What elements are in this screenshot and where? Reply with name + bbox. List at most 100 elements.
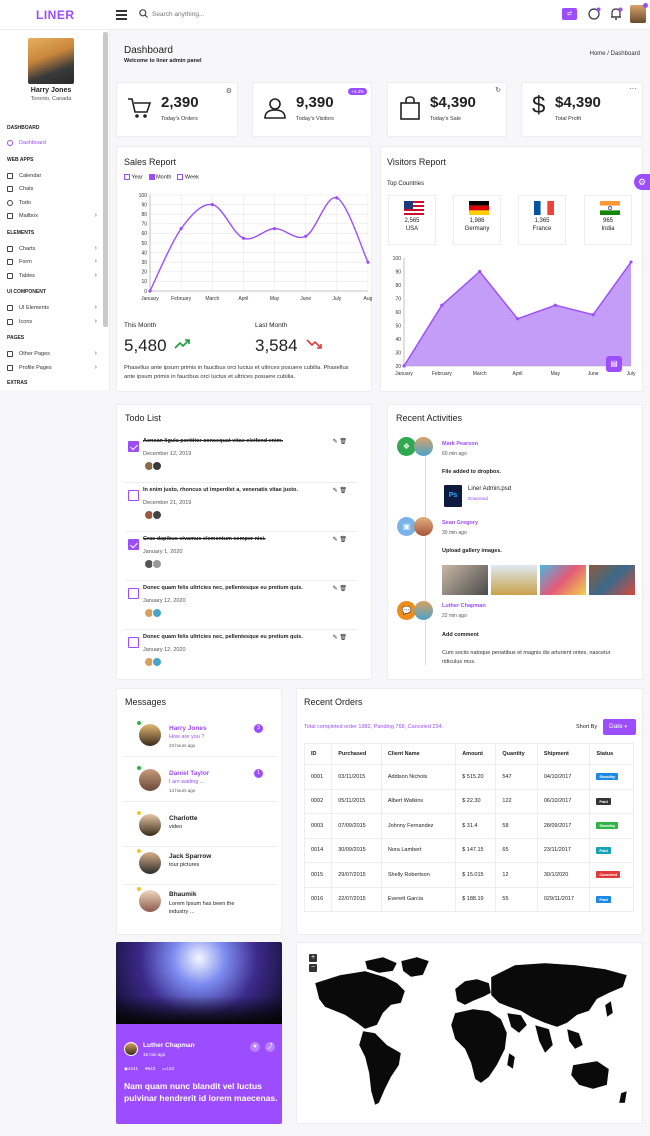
todo-item[interactable]: Aenean ligula porttitor consequat vitae … xyxy=(125,435,357,483)
todo-checkbox[interactable] xyxy=(128,637,139,648)
brand-logo[interactable]: LINER xyxy=(36,8,75,22)
feed-quote: Nam quam nunc blandit vel luctus pulvina… xyxy=(124,1081,278,1103)
delete-icon[interactable]: 🗑 xyxy=(339,488,347,494)
status-cell: Standby xyxy=(589,813,634,839)
country-name: Germany xyxy=(464,226,490,232)
stat-label: Total Profit xyxy=(555,116,581,122)
activity-name[interactable]: Luther Chapman xyxy=(442,603,486,609)
customizer-gear-icon[interactable]: ⚙ xyxy=(634,174,650,190)
gallery-image[interactable] xyxy=(589,565,635,595)
todo-item[interactable]: Cras dapibus vivamus elementum semper ni… xyxy=(125,533,357,581)
sidebar-item-icons[interactable]: Icons › xyxy=(7,317,97,326)
settings-icon[interactable]: ⚙ xyxy=(226,87,232,95)
sidebar-item-form[interactable]: Form › xyxy=(7,257,97,266)
message-item[interactable]: Harry Jones How are you ? 23 hours ago 3 xyxy=(123,719,277,757)
edit-icon[interactable]: ✎ xyxy=(333,537,338,543)
sidebar: Harry Jones Toronto, Canada DASHBOARD Da… xyxy=(0,30,110,390)
sidebar-item-charts[interactable]: Charts › xyxy=(7,244,97,253)
gallery-image[interactable] xyxy=(491,565,537,595)
chart-icon xyxy=(7,245,13,252)
translate-button[interactable]: ⇄ xyxy=(562,8,577,20)
sidebar-item-dashboard[interactable]: Dashboard xyxy=(7,138,97,147)
table-cell: $ 31.4 xyxy=(455,813,497,839)
delete-icon[interactable]: 🗑 xyxy=(339,439,347,445)
table-row[interactable]: 0001 03/11/2015 Addison Nichols $ 515.20 547… xyxy=(303,764,634,790)
sidebar-scrollbar[interactable] xyxy=(103,32,108,327)
away-dot xyxy=(137,849,141,853)
sidebar-item-other-pages[interactable]: Other Pages › xyxy=(7,349,97,358)
message-item[interactable]: Daniel Taylor I am waiting ... 14 hours … xyxy=(123,764,277,802)
todo-item[interactable]: In enim justo, rhoncus ut imperdiet a, v… xyxy=(125,484,357,532)
sort-dropdown[interactable]: Date ▾ xyxy=(603,719,636,735)
column-header[interactable]: Client Name xyxy=(380,743,457,765)
chat-fab-icon[interactable]: ▤ xyxy=(606,356,622,372)
tab-week[interactable]: Week xyxy=(177,174,199,180)
heart-icon[interactable]: ♥ xyxy=(250,1042,260,1052)
more-icon[interactable]: ··· xyxy=(629,84,637,93)
file-download-link[interactable]: Download xyxy=(468,496,488,501)
tab-year[interactable]: Year xyxy=(124,174,143,180)
gallery-image[interactable] xyxy=(540,565,586,595)
message-item[interactable]: Charlotte video xyxy=(123,809,277,847)
world-map[interactable] xyxy=(305,953,635,1121)
search-input[interactable] xyxy=(152,8,352,21)
checkbox-checked[interactable] xyxy=(148,174,155,180)
todo-item[interactable]: Donec quam felis ultricies nec, pellente… xyxy=(125,582,357,630)
pages-icon xyxy=(7,350,13,357)
menu-toggle-icon[interactable] xyxy=(116,9,127,20)
todo-item[interactable]: Donec quam felis ultricies nec, pellente… xyxy=(125,631,357,679)
sidebar-item-mailbox[interactable]: Mailbox › xyxy=(7,211,97,220)
todo-checkbox[interactable] xyxy=(128,490,139,501)
sidebar-item-tables[interactable]: Tables › xyxy=(7,271,97,280)
sidebar-item-profile-pages[interactable]: Profile Pages › xyxy=(7,363,97,372)
caret-down-icon: ▾ xyxy=(624,724,628,730)
table-row[interactable]: 0014 30/09/2015 Nora Lambert $ 147.15 65 23/1… xyxy=(303,837,634,863)
table-row[interactable]: 0002 05/11/2015 Albert Watkins $ 22.30 122 06… xyxy=(303,788,634,814)
message-item[interactable]: Bhaumik Lorem Ipsum has been the industr… xyxy=(123,885,277,931)
column-header[interactable]: Purchased xyxy=(331,743,382,765)
sidebar-item-ui-elements[interactable]: UI Elements › xyxy=(7,303,97,312)
gallery-image[interactable] xyxy=(442,565,488,595)
edit-icon[interactable]: ✎ xyxy=(333,635,338,641)
table-row[interactable]: 0015 29/07/2015 Shelly Robertson $ 15.015 12… xyxy=(303,862,634,888)
todo-actions: ✎ 🗑 xyxy=(333,634,347,641)
todo-checkbox[interactable] xyxy=(128,588,139,599)
activity-name[interactable]: Mark Pearson xyxy=(442,441,478,447)
share-icon[interactable]: ⤴ xyxy=(265,1042,275,1052)
todo-checkbox[interactable] xyxy=(128,539,139,550)
activity-name[interactable]: Sean Gregory xyxy=(442,520,478,526)
table-row[interactable]: 0016 22/07/2015 Everett Garcia $ 188.19 55 02… xyxy=(303,886,634,912)
todo-checkbox[interactable] xyxy=(128,441,139,452)
edit-icon[interactable]: ✎ xyxy=(333,439,338,445)
chat-icon[interactable] xyxy=(587,7,601,21)
tab-month[interactable]: Month xyxy=(148,174,171,180)
y-tick-label: 30 xyxy=(395,350,401,356)
column-header[interactable]: ID xyxy=(303,743,333,765)
todo-card: Todo List Aenean ligula porttitor conseq… xyxy=(116,404,372,680)
column-header[interactable]: Amount xyxy=(455,743,497,765)
avatar xyxy=(414,517,433,536)
breadcrumb-home[interactable]: Home xyxy=(590,51,606,57)
refresh-icon[interactable]: ↻ xyxy=(495,86,501,94)
column-header[interactable]: Shipment xyxy=(536,743,591,765)
edit-icon[interactable]: ✎ xyxy=(333,586,338,592)
checkbox[interactable] xyxy=(177,174,184,180)
column-header[interactable]: Status xyxy=(589,743,634,765)
message-item[interactable]: Jack Sparrow tour pictures xyxy=(123,847,277,885)
sidebar-item-calendar[interactable]: Calendar xyxy=(7,171,97,180)
bell-icon[interactable] xyxy=(609,7,623,21)
delete-icon[interactable]: 🗑 xyxy=(339,635,347,641)
sidebar-item-todo[interactable]: Todo xyxy=(7,198,97,207)
delete-icon[interactable]: 🗑 xyxy=(339,537,347,543)
avatar xyxy=(139,890,161,912)
table-cell: Everett Garcia xyxy=(380,886,457,912)
column-header[interactable]: Quantity xyxy=(495,743,538,765)
table-row[interactable]: 0003 07/09/2015 Johnny Fernandez $ 31.4 58 28… xyxy=(303,813,634,839)
user-avatar[interactable] xyxy=(630,3,648,23)
y-tick-label: 80 xyxy=(395,283,401,289)
edit-icon[interactable]: ✎ xyxy=(333,488,338,494)
delete-icon[interactable]: 🗑 xyxy=(339,586,347,592)
checkbox[interactable] xyxy=(124,174,130,180)
feed-author[interactable]: Luther Chapman xyxy=(143,1042,195,1049)
sidebar-item-chats[interactable]: Chats xyxy=(7,184,97,193)
